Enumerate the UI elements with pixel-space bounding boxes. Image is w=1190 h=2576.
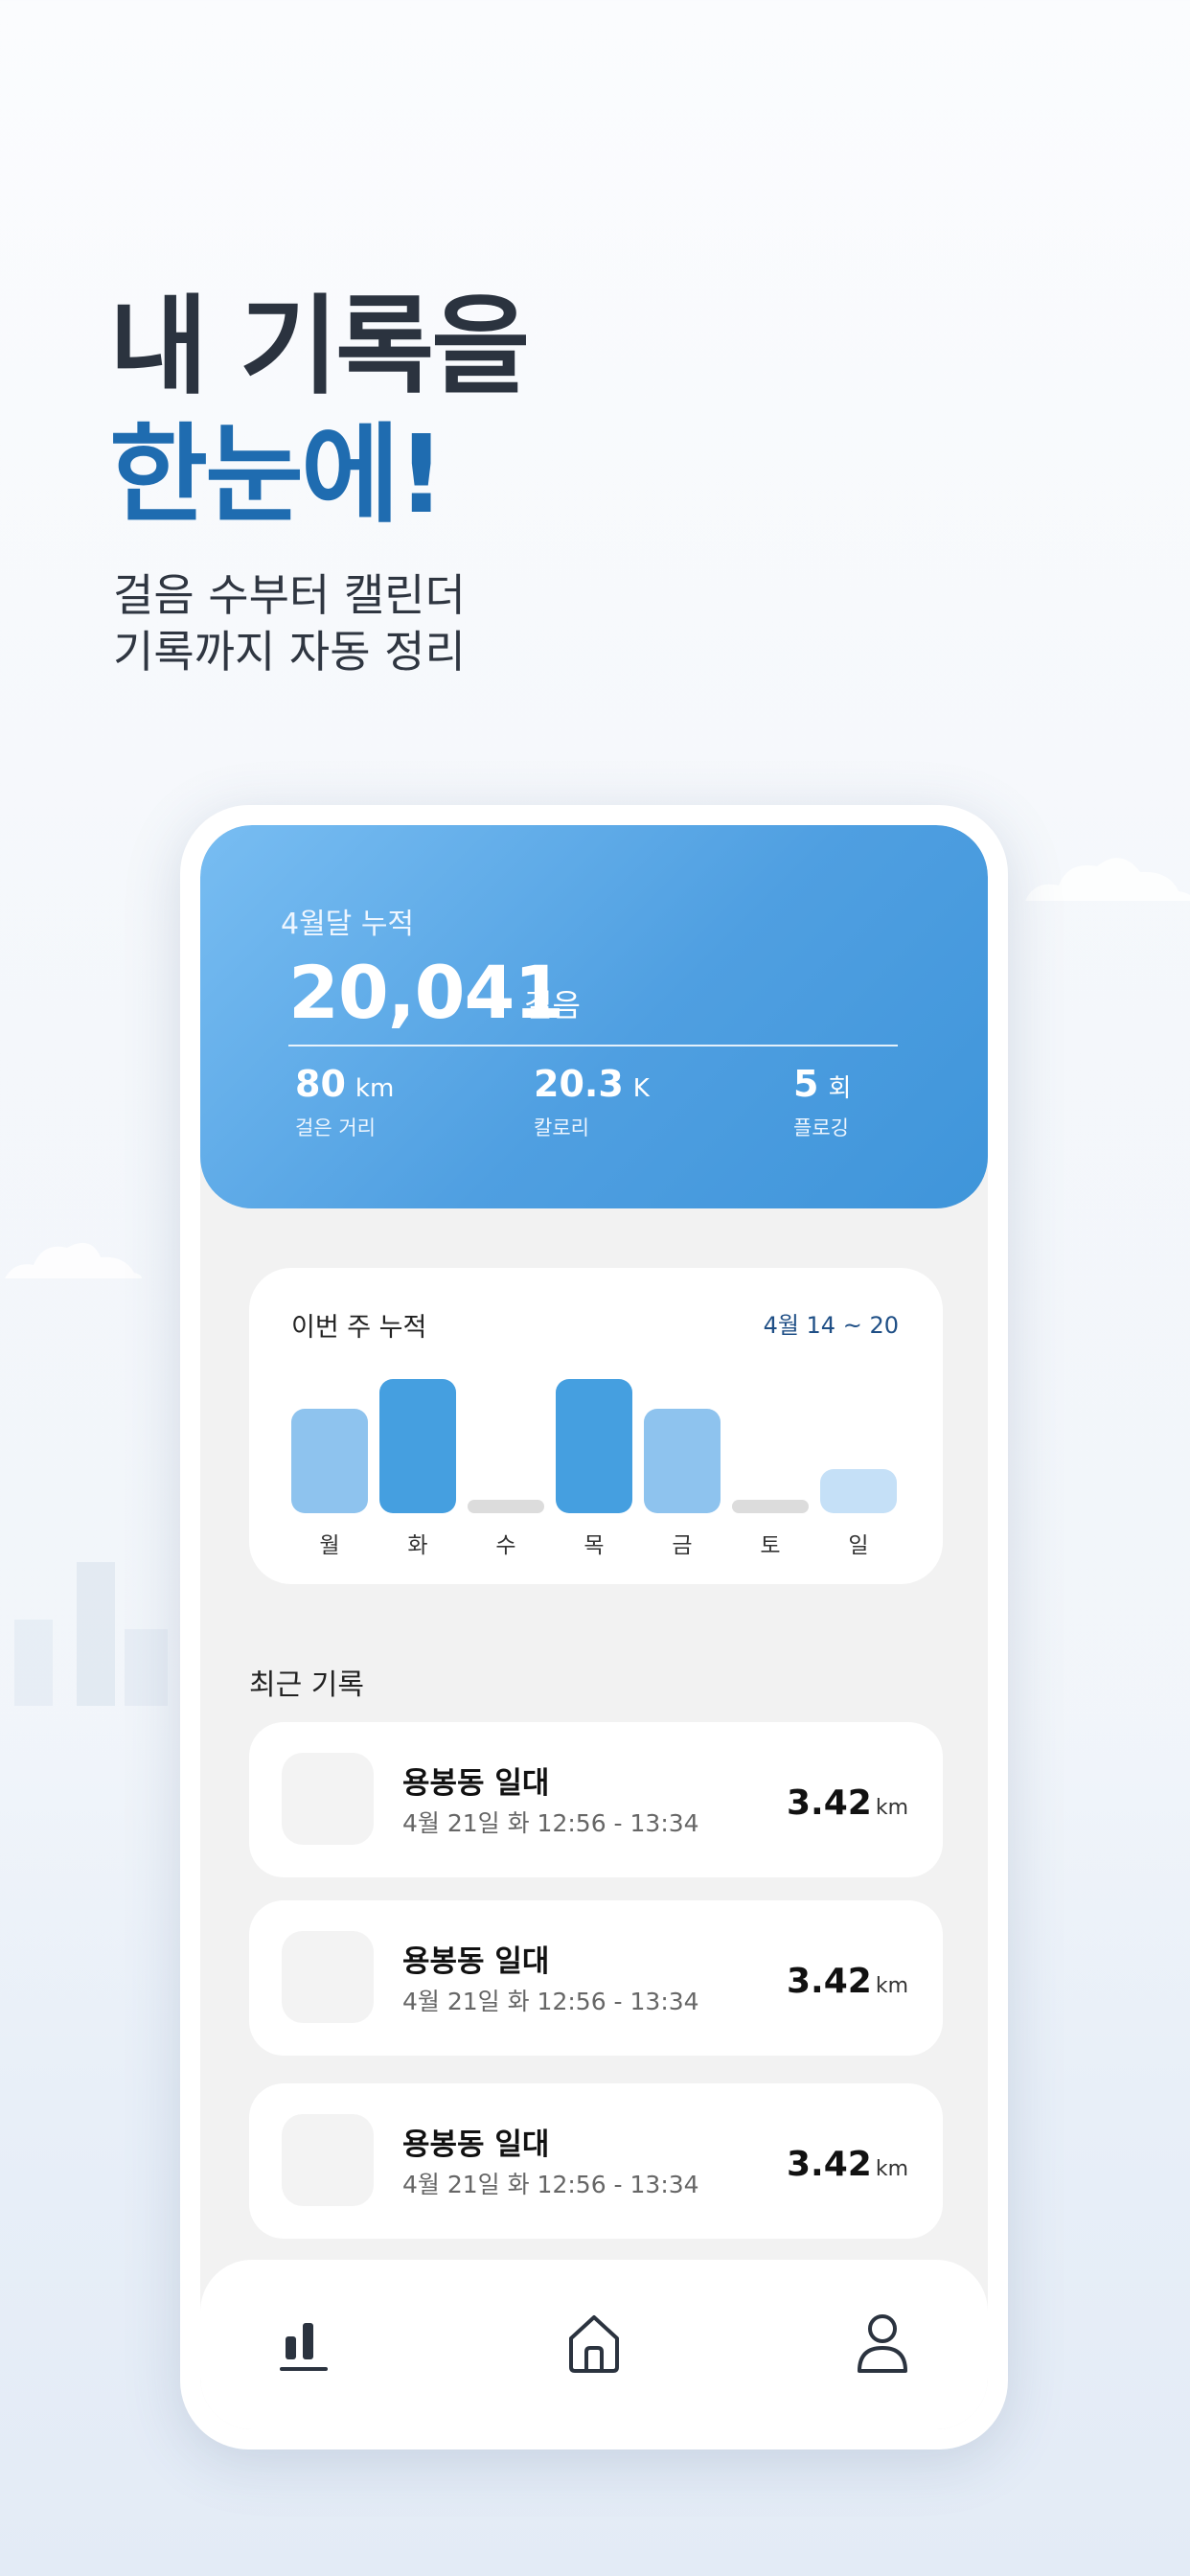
record-thumbnail <box>282 1753 374 1845</box>
app-screen: 4월달 누적 20,041 걸음 80 km 걸은 거리 20.3 K 칼로리 5회… <box>200 825 988 2429</box>
week-day-label: 화 <box>407 1533 428 1558</box>
week-bar-4 <box>644 1409 721 1513</box>
week-day-label: 금 <box>672 1533 693 1558</box>
record-distance-value: 3.42 <box>787 2145 872 2184</box>
stat-value: 5 <box>793 1063 819 1105</box>
monthly-summary-card: 4월달 누적 20,041 걸음 80 km 걸은 거리 20.3 K 칼로리 5회… <box>200 825 988 1208</box>
record-name: 용봉동 일대 <box>402 1944 550 1979</box>
record-time: 4월 21일 화 12:56 - 13:34 <box>402 1988 699 2015</box>
stat-value: 80 <box>295 1063 346 1105</box>
bar-chart-icon <box>280 2323 328 2371</box>
record-time: 4월 21일 화 12:56 - 13:34 <box>402 1809 699 1837</box>
bottom-tab-bar <box>200 2260 988 2429</box>
recent-title: 최근 기록 <box>249 1668 364 1702</box>
record-thumbnail <box>282 2114 374 2206</box>
stat-caption: 플로깅 <box>793 1116 849 1139</box>
steps-value: 20,041 <box>288 950 564 1035</box>
record-distance-value: 3.42 <box>787 1962 872 2001</box>
week-day-label: 월 <box>319 1533 340 1558</box>
cloud-icon <box>1025 858 1190 901</box>
week-title: 이번 주 누적 <box>291 1313 427 1343</box>
week-day-label: 토 <box>760 1533 781 1558</box>
summary-divider <box>288 1045 898 1046</box>
city-skyline-icon <box>14 1562 168 1706</box>
subheadline-line1: 걸음 수부터 캘린더 <box>113 569 466 621</box>
record-distance: 3.42 km <box>787 2145 908 2184</box>
week-day-label: 일 <box>848 1533 869 1558</box>
record-distance: 3.42 km <box>787 1962 908 2001</box>
subheadline-line2: 기록까지 자동 정리 <box>113 626 466 678</box>
headline: 내 기록을 한눈에! <box>109 283 530 540</box>
stat-caption: 걸은 거리 <box>295 1116 376 1139</box>
record-distance-unit: km <box>875 1974 908 1998</box>
cloud-icon <box>5 1242 142 1278</box>
week-bar-3 <box>556 1379 632 1513</box>
stat-calories: 20.3 K 칼로리 <box>534 1063 650 1141</box>
week-bar-chart <box>291 1364 899 1513</box>
week-bar-2 <box>468 1500 544 1513</box>
record-time: 4월 21일 화 12:56 - 13:34 <box>402 2171 699 2198</box>
stat-unit: 회 <box>828 1074 852 1103</box>
stat-plogging: 5회 플로깅 <box>793 1063 851 1141</box>
week-bar-6 <box>820 1469 897 1513</box>
phone-mockup: 4월달 누적 20,041 걸음 80 km 걸은 거리 20.3 K 칼로리 5회… <box>180 805 1008 2450</box>
week-range[interactable]: 4월 14 ~ 20 <box>764 1306 899 1340</box>
week-day-label: 수 <box>495 1533 516 1558</box>
headline-line1: 내 기록을 <box>109 285 530 409</box>
stat-distance: 80 km 걸은 거리 <box>295 1063 394 1141</box>
record-name: 용봉동 일대 <box>402 1766 550 1801</box>
summary-label: 4월달 누적 <box>281 908 415 941</box>
stat-unit: km <box>355 1074 395 1103</box>
tab-home[interactable] <box>563 2310 625 2377</box>
record-item[interactable]: 용봉동 일대 4월 21일 화 12:56 - 13:34 3.42 km <box>249 1722 943 1877</box>
stat-value: 20.3 <box>534 1063 624 1105</box>
record-distance-unit: km <box>875 2157 908 2181</box>
user-icon <box>858 2314 907 2373</box>
headline-line2: 한눈에! <box>109 413 446 538</box>
record-thumbnail <box>282 1931 374 2023</box>
stat-caption: 칼로리 <box>534 1116 589 1139</box>
week-bar-0 <box>291 1409 368 1513</box>
week-bar-1 <box>379 1379 456 1513</box>
home-icon <box>569 2315 619 2373</box>
record-distance-unit: km <box>875 1796 908 1820</box>
record-distance-value: 3.42 <box>787 1783 872 1823</box>
week-day-label: 목 <box>584 1533 605 1558</box>
weekly-chart-card: 이번 주 누적 4월 14 ~ 20 월 화 수 목 금 토 일 <box>249 1268 943 1584</box>
week-bar-5 <box>732 1500 809 1513</box>
record-item[interactable]: 용봉동 일대 4월 21일 화 12:56 - 13:34 3.42 km <box>249 1900 943 2056</box>
record-name: 용봉동 일대 <box>402 2128 550 2162</box>
tab-profile[interactable] <box>852 2310 913 2377</box>
subheadline: 걸음 수부터 캘린더 기록까지 자동 정리 <box>113 567 466 680</box>
stat-unit: K <box>632 1074 650 1103</box>
steps-unit: 걸음 <box>524 987 581 1024</box>
record-item[interactable]: 용봉동 일대 4월 21일 화 12:56 - 13:34 3.42 km <box>249 2083 943 2239</box>
record-distance: 3.42 km <box>787 1783 908 1823</box>
tab-stats[interactable] <box>274 2310 335 2377</box>
